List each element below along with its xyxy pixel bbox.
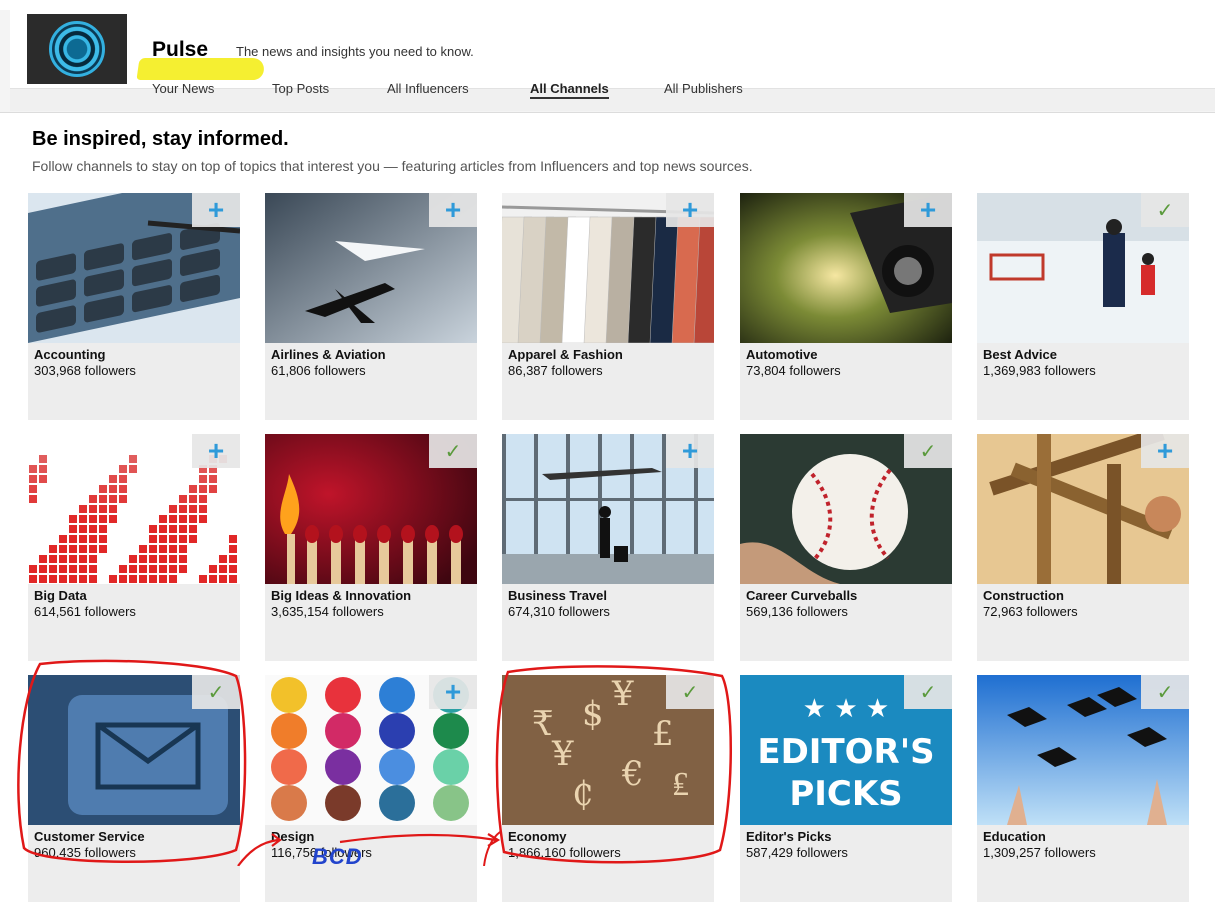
follower-count: 86,387 followers bbox=[508, 363, 603, 378]
follow-plus-icon[interactable]: + bbox=[1141, 434, 1189, 468]
follower-count: 3,635,154 followers bbox=[271, 604, 384, 619]
nav-top-posts[interactable]: Top Posts bbox=[272, 81, 329, 96]
channel-card[interactable]: ✓ Big Ideas & Innovation 3,635,154 followe… bbox=[265, 434, 477, 661]
follower-count: 72,963 followers bbox=[983, 604, 1078, 619]
channel-title[interactable]: Career Curveballs bbox=[746, 588, 857, 603]
page-subtitle: Follow channels to stay on top of topics… bbox=[32, 158, 753, 174]
following-check-icon[interactable]: ✓ bbox=[1141, 193, 1189, 227]
svg-text:₤: ₤ bbox=[672, 764, 689, 804]
channel-title[interactable]: Construction bbox=[983, 588, 1064, 603]
follower-count: 303,968 followers bbox=[34, 363, 136, 378]
channel-card[interactable]: + Automotive 73,804 followers bbox=[740, 193, 952, 420]
channel-card[interactable]: + Big Data 614,561 followers bbox=[28, 434, 240, 661]
channel-title[interactable]: Big Data bbox=[34, 588, 87, 603]
following-check-icon[interactable]: ✓ bbox=[429, 434, 477, 468]
editors-picks-line-2: PICKS bbox=[789, 774, 902, 814]
channel-title[interactable]: Apparel & Fashion bbox=[508, 347, 623, 362]
svg-text:₹: ₹ bbox=[532, 704, 554, 744]
follower-count: 61,806 followers bbox=[271, 363, 366, 378]
follower-count: 73,804 followers bbox=[746, 363, 841, 378]
following-check-icon[interactable]: ✓ bbox=[192, 675, 240, 709]
channel-card[interactable]: + Airlines & Aviation 61,806 followers bbox=[265, 193, 477, 420]
channel-card[interactable]: + Construction 72,963 followers bbox=[977, 434, 1189, 661]
follow-plus-icon[interactable]: + bbox=[429, 675, 477, 709]
follower-count: 960,435 followers bbox=[34, 845, 136, 860]
channel-card[interactable]: + Design 116,756 followers bbox=[265, 675, 477, 902]
follower-count: 587,429 followers bbox=[746, 845, 848, 860]
annotation-label: BCD bbox=[312, 844, 363, 869]
nav-all-channels[interactable]: All Channels bbox=[530, 81, 609, 99]
nav-all-influencers[interactable]: All Influencers bbox=[387, 81, 469, 96]
channel-card[interactable]: + Apparel & Fashion 86,387 followers bbox=[502, 193, 714, 420]
tagline: The news and insights you need to know. bbox=[236, 44, 474, 59]
page-title: Be inspired, stay informed. bbox=[32, 128, 289, 150]
channel-title[interactable]: Customer Service bbox=[34, 829, 145, 844]
channel-card[interactable]: ✓ Career Curveballs 569,136 followers bbox=[740, 434, 952, 661]
nav-all-publishers[interactable]: All Publishers bbox=[664, 81, 743, 96]
follower-count: 569,136 followers bbox=[746, 604, 848, 619]
nav-your-news[interactable]: Your News bbox=[152, 81, 214, 96]
svg-text:₵: ₵ bbox=[572, 774, 594, 814]
svg-text:€: € bbox=[621, 754, 644, 794]
channel-title[interactable]: Education bbox=[983, 829, 1046, 844]
channel-title[interactable]: Business Travel bbox=[508, 588, 607, 603]
channel-title[interactable]: Airlines & Aviation bbox=[271, 347, 386, 362]
follow-plus-icon[interactable]: + bbox=[666, 434, 714, 468]
following-check-icon[interactable]: ✓ bbox=[904, 675, 952, 709]
channel-card[interactable]: ✓ Education 1,309,257 followers bbox=[977, 675, 1189, 902]
follow-plus-icon[interactable]: + bbox=[904, 193, 952, 227]
channel-title[interactable]: Big Ideas & Innovation bbox=[271, 588, 411, 603]
follow-plus-icon[interactable]: + bbox=[192, 434, 240, 468]
following-check-icon[interactable]: ✓ bbox=[1141, 675, 1189, 709]
svg-text:¥: ¥ bbox=[611, 675, 634, 714]
follower-count: 614,561 followers bbox=[34, 604, 136, 619]
follow-plus-icon[interactable]: + bbox=[192, 193, 240, 227]
channel-card[interactable]: + Business Travel 674,310 followers bbox=[502, 434, 714, 661]
channel-card[interactable]: $ ¥ £ € ₵ ₤ ₹ ¥ ✓ Economy 1,866,160 followers bbox=[502, 675, 714, 902]
channel-title[interactable]: Economy bbox=[508, 829, 567, 844]
follower-count: 1,309,257 followers bbox=[983, 845, 1096, 860]
follow-plus-icon[interactable]: + bbox=[429, 193, 477, 227]
editors-picks-line-1: EDITOR'S bbox=[757, 732, 934, 772]
channel-title[interactable]: Editor's Picks bbox=[746, 829, 831, 844]
follower-count: 1,369,983 followers bbox=[983, 363, 1096, 378]
follower-count: 674,310 followers bbox=[508, 604, 610, 619]
channel-title[interactable]: Design bbox=[271, 829, 314, 844]
brand-name[interactable]: Pulse bbox=[152, 38, 208, 62]
channel-card[interactable]: ★ ★ ★ EDITOR'S PICKS ✓ Editor's Picks 587,… bbox=[740, 675, 952, 902]
top-band bbox=[0, 0, 1215, 10]
svg-text:¥: ¥ bbox=[551, 734, 574, 774]
channel-title[interactable]: Best Advice bbox=[983, 347, 1057, 362]
channel-card[interactable]: ✓ Customer Service 960,435 followers bbox=[28, 675, 240, 902]
follower-count: 1,866,160 followers bbox=[508, 845, 621, 860]
svg-text:$: $ bbox=[582, 694, 604, 734]
channel-card[interactable]: ✓ Best Advice 1,369,983 followers bbox=[977, 193, 1189, 420]
following-check-icon[interactable]: ✓ bbox=[666, 675, 714, 709]
channel-card[interactable]: + Accounting 303,968 followers bbox=[28, 193, 240, 420]
svg-text:£: £ bbox=[652, 714, 674, 754]
follow-plus-icon[interactable]: + bbox=[666, 193, 714, 227]
pulse-logo-icon bbox=[49, 21, 105, 77]
channel-title[interactable]: Accounting bbox=[34, 347, 106, 362]
following-check-icon[interactable]: ✓ bbox=[904, 434, 952, 468]
pulse-logo[interactable] bbox=[27, 14, 127, 84]
channel-title[interactable]: Automotive bbox=[746, 347, 818, 362]
svg-text:★ ★ ★: ★ ★ ★ bbox=[803, 694, 889, 724]
